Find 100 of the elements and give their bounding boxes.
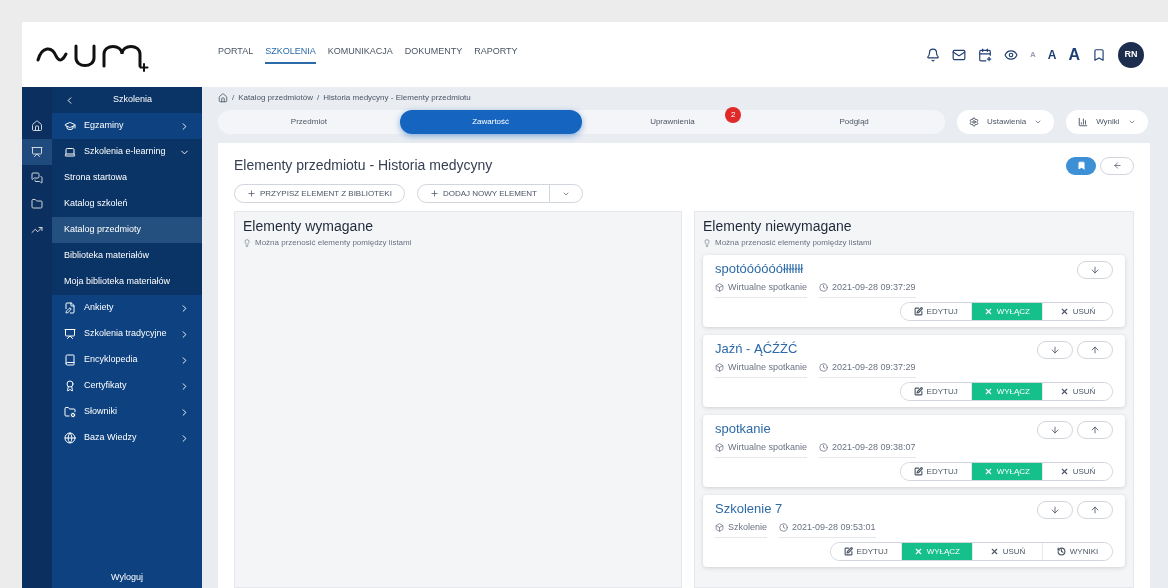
move-down-button[interactable]: [1037, 341, 1073, 359]
arrow-left-icon: [1112, 161, 1122, 170]
tab[interactable]: Przedmiot: [218, 110, 400, 134]
chart-icon: [31, 224, 43, 236]
nav-link[interactable]: RAPORTY: [474, 44, 518, 65]
delete-button[interactable]: USUŃ: [1042, 303, 1112, 320]
move-up-button[interactable]: [1077, 421, 1113, 439]
edit-icon: [913, 467, 923, 476]
sidebar-subitem[interactable]: Katalog szkoleń: [52, 191, 202, 217]
close-icon: [989, 547, 999, 556]
plus-icon: [247, 189, 256, 198]
element-date: 2021-09-28 09:38:07: [832, 441, 916, 453]
element-title[interactable]: spotkanie: [715, 421, 771, 437]
history-icon: [1056, 547, 1066, 556]
tab[interactable]: Uprawnienia 2: [581, 110, 764, 134]
mail-icon[interactable]: [952, 47, 966, 62]
arrow-up-icon: [1090, 505, 1100, 515]
move-down-button[interactable]: [1037, 501, 1073, 519]
nav-link[interactable]: KOMUNIKACJA: [327, 44, 393, 65]
bookmark-button[interactable]: [1066, 156, 1096, 175]
lightbulb-icon: [243, 239, 251, 247]
element-type: Wirtualne spotkanie: [728, 441, 808, 453]
sidebar-item[interactable]: Egzaminy: [52, 113, 202, 139]
bell-icon[interactable]: [926, 47, 940, 62]
delete-button[interactable]: USUŃ: [1042, 463, 1112, 480]
move-up-button[interactable]: [1077, 501, 1113, 519]
globe-icon: [64, 432, 76, 444]
nav-link[interactable]: PORTAL: [218, 44, 254, 65]
element-date: 2021-09-28 09:37:29: [832, 361, 916, 373]
element-title[interactable]: spotóóóóóółłłłłłł: [715, 261, 804, 277]
sidebar-subitem[interactable]: Moja biblioteka materiałów: [52, 269, 202, 295]
chat-icon: [31, 172, 43, 184]
close-icon: [1059, 387, 1069, 396]
presentation-icon: [31, 146, 43, 158]
element-title[interactable]: Jaźń - ĄĆŹŻĆ: [715, 341, 798, 357]
sidebar-item[interactable]: Baza Wiedzy: [52, 425, 202, 451]
sidebar-subitem[interactable]: Katalog przedmioty: [52, 217, 202, 243]
bar-chart-icon: [1078, 117, 1089, 127]
breadcrumb-link[interactable]: Katalog przedmiotów: [238, 92, 313, 104]
book-icon: [64, 354, 76, 366]
element-type: Wirtualne spotkanie: [728, 361, 808, 373]
edit-icon: [913, 387, 923, 396]
folder-icon: [31, 198, 43, 210]
caret-icon: [1034, 118, 1043, 126]
gear-icon: [969, 117, 979, 127]
arrow-down-icon: [1050, 345, 1060, 355]
calendar-icon[interactable]: [978, 47, 992, 62]
arrow-down-icon: [1050, 425, 1060, 435]
home-icon: [31, 120, 43, 132]
sidebar-item[interactable]: Słowniki: [52, 399, 202, 425]
settings-dropdown[interactable]: Ustawienia: [957, 110, 1055, 134]
font-size-button[interactable]: A: [1047, 45, 1057, 64]
element-title[interactable]: Szkolenie 7: [715, 501, 783, 517]
results-button[interactable]: WYNIKI: [1042, 543, 1112, 560]
presentation-icon: [64, 328, 76, 340]
move-down-button[interactable]: [1037, 421, 1073, 439]
bookmark-icon[interactable]: [1092, 47, 1106, 62]
sidebar-item[interactable]: Certyfikaty: [52, 373, 202, 399]
arrow-up-icon: [1090, 425, 1100, 435]
page-title: Elementy przedmiotu - Historia medycyny: [234, 156, 493, 175]
sidebar-item[interactable]: Ankiety: [52, 295, 202, 321]
tab[interactable]: Podgląd: [763, 110, 945, 134]
laptop-icon: [64, 146, 76, 158]
sidebar-title: Szkolenia: [112, 93, 153, 107]
panel-hint: Można przenosić elementy pomiędzy listami: [255, 237, 412, 249]
nav-link[interactable]: SZKOLENIA: [265, 44, 316, 65]
lightbulb-icon: [703, 239, 711, 247]
edit-icon: [843, 547, 853, 556]
bookmark-icon: [1076, 161, 1086, 170]
box-icon: [715, 522, 724, 532]
box-icon: [715, 442, 724, 452]
results-dropdown[interactable]: Wyniki: [1066, 110, 1148, 134]
close-icon: [1059, 467, 1069, 476]
close-icon: [983, 387, 993, 396]
home-icon[interactable]: [218, 93, 228, 103]
breadcrumb-link[interactable]: Historia medycyny - Elementy przedmiotu: [323, 92, 471, 104]
sidebar-item[interactable]: Szkolenia e-learning: [52, 139, 202, 165]
delete-button[interactable]: USUŃ: [1042, 383, 1112, 400]
user-avatar[interactable]: RN: [1118, 41, 1144, 68]
font-size-button[interactable]: A: [1068, 42, 1080, 67]
move-up-button[interactable]: [1077, 341, 1113, 359]
move-down-button[interactable]: [1077, 261, 1113, 279]
caret-icon: [1127, 118, 1136, 126]
close-icon: [983, 307, 993, 316]
arrow-down-icon: [1090, 265, 1100, 275]
sidebar-subitem[interactable]: Biblioteka materiałów: [52, 243, 202, 269]
logout-button[interactable]: Wyloguj: [52, 568, 202, 588]
sidebar-item[interactable]: Encyklopedia: [52, 347, 202, 373]
folder-icon: [64, 406, 76, 418]
sidebar-item[interactable]: Szkolenia tradycyjne: [52, 321, 202, 347]
panel-hint: Można przenosić elementy pomiędzy listami: [715, 237, 872, 249]
box-icon: [715, 282, 724, 292]
breadcrumb-separator: /: [316, 92, 320, 104]
nav-link[interactable]: DOKUMENTY: [404, 44, 463, 65]
clock-icon: [819, 362, 829, 372]
eye-icon[interactable]: [1004, 47, 1018, 62]
panel-title: Elementy wymagane: [243, 217, 374, 236]
arrow-up-icon: [1090, 345, 1100, 355]
tab[interactable]: Zawartość: [399, 110, 582, 134]
sidebar-subitem[interactable]: Strona startowa: [52, 165, 202, 191]
